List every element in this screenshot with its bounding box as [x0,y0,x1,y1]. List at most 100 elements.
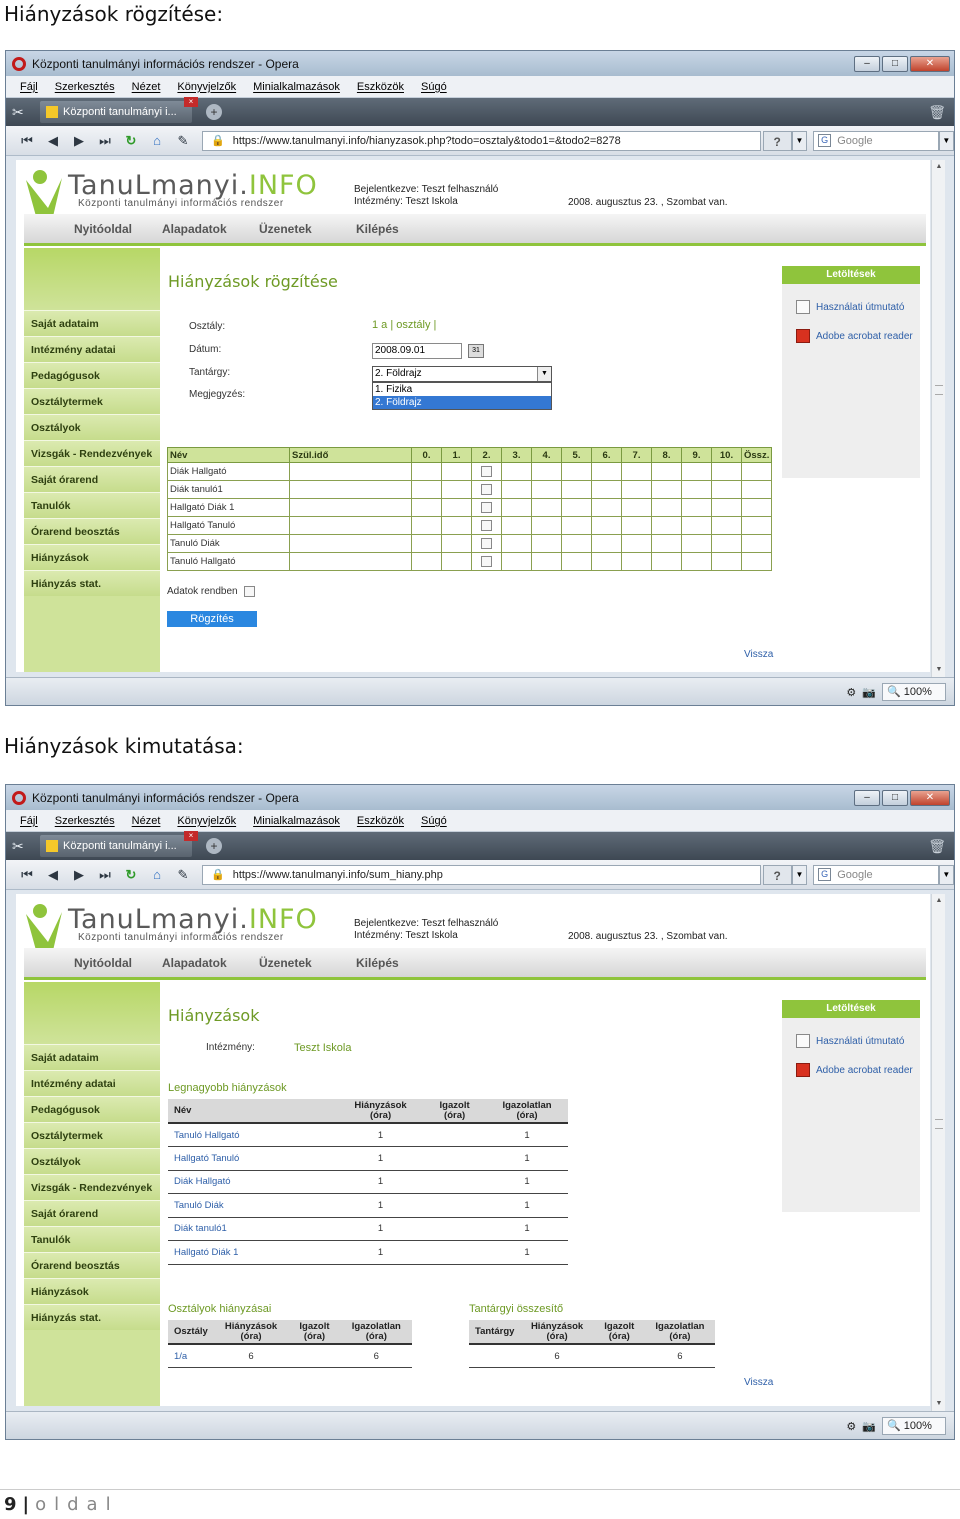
rewind-icon[interactable]: ⏮ [14,867,40,883]
scroll-up-icon[interactable]: ▲ [932,160,946,174]
date-input[interactable]: 2008.09.01 [372,343,462,359]
sidebar-item-timetable[interactable]: Saját órarend [24,1200,160,1226]
sidebar-item-schedule[interactable]: Órarend beosztás [24,1252,160,1278]
menu-edit[interactable]: Szerkesztés [55,815,115,827]
edit-icon[interactable]: ✎ [170,133,196,149]
vertical-scrollbar[interactable]: ▲ ▼ [931,894,945,1411]
sidebar-item-teachers[interactable]: Pedagógusok [24,362,160,388]
sidebar-item-classes[interactable]: Osztályok [24,1148,160,1174]
menu-tools[interactable]: Eszközök [357,81,404,93]
menu-help[interactable]: Súgó [421,81,447,93]
search-input[interactable]: G Google [813,864,939,885]
nav-home[interactable]: Nyitóoldal [74,956,132,970]
search-input[interactable]: G Google [813,130,939,151]
back-link[interactable]: Vissza [744,1377,773,1388]
nav-basic-data[interactable]: Alapadatok [162,222,227,236]
forward-icon[interactable]: ▶ [66,133,92,149]
scroll-grip[interactable] [935,1119,943,1129]
subject-select[interactable]: 2. Földrajz ▼ [372,366,552,382]
rewind-icon[interactable]: ⏮ [14,133,40,149]
tools-icon[interactable]: ✂ [12,104,32,121]
menu-bookmarks[interactable]: Könyvjelzők [177,81,236,93]
sidebar-item-students[interactable]: Tanulók [24,1226,160,1252]
scroll-down-icon[interactable]: ▼ [932,1397,946,1411]
search-dropdown-icon[interactable]: ▼ [938,130,954,151]
sidebar-item-students[interactable]: Tanulók [24,492,160,518]
reload-icon[interactable]: ↻ [118,867,144,883]
save-button[interactable]: Rögzítés [167,611,257,627]
chevron-down-icon[interactable]: ▼ [537,367,551,381]
back-link[interactable]: Vissza [744,649,773,660]
zoom-control[interactable]: 🔍 100% [882,683,946,701]
nav-logout[interactable]: Kilépés [356,222,399,236]
maximize-button[interactable]: □ [882,55,908,72]
forward-icon[interactable]: ▶ [66,867,92,883]
home-icon[interactable]: ⌂ [144,867,170,882]
new-tab-icon[interactable]: + [206,104,222,120]
sidebar-item-classes[interactable]: Osztályok [24,414,160,440]
nav-logout[interactable]: Kilépés [356,956,399,970]
vertical-scrollbar[interactable]: ▲ ▼ [931,160,945,677]
calendar-icon[interactable]: 31 [468,344,484,358]
browser-tab[interactable]: Központi tanulmányi i... × [40,97,198,123]
sidebar-item-absences[interactable]: Hiányzások [24,1278,160,1304]
search-dropdown-icon[interactable]: ▼ [938,864,954,885]
row-name-link[interactable]: Tanuló Diák [168,1193,338,1218]
back-icon[interactable]: ◀ [40,867,66,883]
camera-icon[interactable]: 📷 [862,1420,876,1433]
speed-dial-icon[interactable]: ⚙ [846,686,856,699]
zoom-control[interactable]: 🔍 100% [882,1417,946,1435]
row-name-link[interactable]: 1/a [168,1344,214,1368]
row-name-link[interactable]: Hallgató Tanuló [168,1146,338,1171]
tools-icon[interactable]: ✂ [12,838,32,855]
url-input[interactable]: 🔒 https://www.tanulmanyi.info/sum_hiany.… [202,864,761,885]
sidebar-item-own-data[interactable]: Saját adataim [24,310,160,336]
home-icon[interactable]: ⌂ [144,133,170,148]
sidebar-item-teachers[interactable]: Pedagógusok [24,1096,160,1122]
nav-home[interactable]: Nyitóoldal [74,222,132,236]
minimize-button[interactable]: – [854,789,880,806]
tab-close-icon[interactable]: × [184,831,198,841]
sidebar-item-institution[interactable]: Intézmény adatai [24,1070,160,1096]
maximize-button[interactable]: □ [882,789,908,806]
row-name-link[interactable]: Diák Hallgató [168,1170,338,1194]
menu-tools[interactable]: Eszközök [357,815,404,827]
speed-dial-icon[interactable]: ⚙ [846,1420,856,1433]
row-name-link[interactable]: Tanuló Hallgató [168,1123,338,1147]
absence-checkbox[interactable] [481,501,492,513]
sidebar-item-schedule[interactable]: Órarend beosztás [24,518,160,544]
subject-option[interactable]: 1. Fizika [373,383,551,396]
site-info-button[interactable]: ? [762,864,792,885]
new-tab-icon[interactable]: + [206,838,222,854]
menu-edit[interactable]: Szerkesztés [55,81,115,93]
absence-checkbox[interactable] [481,465,492,477]
subject-option-selected[interactable]: 2. Földrajz [373,396,551,409]
absence-checkbox[interactable] [481,483,492,495]
url-dropdown-icon[interactable]: ▼ [791,130,808,151]
trash-icon[interactable]: 🗑 [928,104,946,121]
reload-icon[interactable]: ↻ [118,133,144,149]
close-window-button[interactable]: ✕ [910,789,950,806]
fast-forward-icon[interactable]: ⏭ [92,133,118,149]
sidebar-item-exams[interactable]: Vizsgák - Rendezvények [24,1174,160,1200]
sidebar-item-own-data[interactable]: Saját adataim [24,1044,160,1070]
sidebar-item-exams[interactable]: Vizsgák - Rendezvények [24,440,160,466]
tab-close-icon[interactable]: × [184,97,198,107]
sidebar-item-timetable[interactable]: Saját órarend [24,466,160,492]
sidebar-item-classrooms[interactable]: Osztálytermek [24,1122,160,1148]
nav-messages[interactable]: Üzenetek [259,956,312,970]
row-name-link[interactable]: Hallgató Diák 1 [168,1240,338,1265]
edit-icon[interactable]: ✎ [170,867,196,883]
sidebar-item-institution[interactable]: Intézmény adatai [24,336,160,362]
data-ok-checkbox[interactable] [243,586,255,597]
minimize-button[interactable]: – [854,55,880,72]
menu-help[interactable]: Súgó [421,815,447,827]
browser-tab[interactable]: Központi tanulmányi i... × [40,831,198,857]
sidebar-item-classrooms[interactable]: Osztálytermek [24,388,160,414]
scroll-grip[interactable] [935,385,943,395]
sidebar-item-absence-stats[interactable]: Hiányzás stat. [24,1304,160,1330]
nav-messages[interactable]: Üzenetek [259,222,312,236]
scroll-down-icon[interactable]: ▼ [932,663,946,677]
menu-widgets[interactable]: Minialkalmazások [253,815,340,827]
download-acrobat-link[interactable]: Adobe acrobat reader [796,329,913,343]
